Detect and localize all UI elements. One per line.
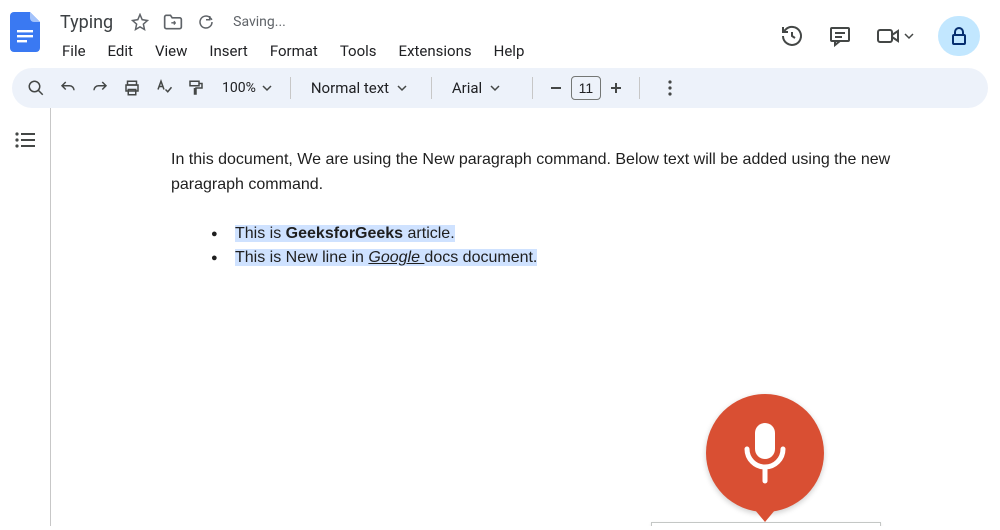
- microphone-icon: [739, 419, 791, 487]
- history-icon[interactable]: [780, 24, 804, 48]
- redo-icon[interactable]: [86, 74, 114, 102]
- font-size-increase[interactable]: [603, 75, 629, 101]
- title-area: Typing Saving... File Edit View Insert F…: [54, 8, 780, 64]
- font-select[interactable]: Arial: [442, 79, 522, 97]
- menu-help[interactable]: Help: [486, 38, 533, 64]
- body: In this document, We are using the New p…: [0, 108, 1000, 526]
- document-area[interactable]: In this document, We are using the New p…: [50, 108, 1000, 526]
- more-icon[interactable]: [656, 74, 684, 102]
- divider: [431, 77, 432, 99]
- menu-bar: File Edit View Insert Format Tools Exten…: [54, 38, 780, 64]
- bullet-list: This is GeeksforGeeks article. This is N…: [171, 222, 921, 272]
- voice-heard-tooltip: Docs heard: 'Create bulletin list': [651, 522, 881, 526]
- divider: [290, 77, 291, 99]
- zoom-select[interactable]: 100%: [214, 80, 280, 96]
- menu-insert[interactable]: Insert: [201, 38, 255, 64]
- text-link: Google: [368, 249, 424, 266]
- paragraph-style-select[interactable]: Normal text: [301, 79, 421, 97]
- toolbar-container: 100% Normal text Arial: [0, 64, 1000, 108]
- doc-title[interactable]: Typing: [54, 10, 119, 35]
- menu-format[interactable]: Format: [262, 38, 326, 64]
- font-size-input[interactable]: [571, 76, 601, 100]
- font-value: Arial: [452, 79, 482, 97]
- header-actions: [780, 8, 988, 56]
- comment-icon[interactable]: [828, 24, 852, 48]
- meet-button[interactable]: [876, 25, 914, 47]
- menu-edit[interactable]: Edit: [100, 38, 141, 64]
- voice-typing-button[interactable]: [706, 394, 824, 512]
- app-header: Typing Saving... File Edit View Insert F…: [0, 0, 1000, 64]
- text: This is: [235, 225, 286, 242]
- saving-status: Saving...: [233, 14, 286, 30]
- text: docs document.: [424, 249, 537, 266]
- star-icon[interactable]: [131, 13, 149, 31]
- spellcheck-icon[interactable]: [150, 74, 178, 102]
- chevron-down-icon: [904, 31, 914, 41]
- chevron-down-icon: [490, 83, 500, 93]
- outline-icon[interactable]: [15, 132, 35, 152]
- menu-tools[interactable]: Tools: [332, 38, 385, 64]
- cloud-status-icon[interactable]: [197, 13, 215, 31]
- toolbar: 100% Normal text Arial: [12, 68, 988, 108]
- zoom-value: 100%: [222, 80, 256, 96]
- divider: [532, 77, 533, 99]
- text: article.: [403, 225, 455, 242]
- chevron-down-icon: [262, 83, 272, 93]
- font-size-group: [543, 75, 629, 101]
- list-item: This is New line in Google docs document…: [215, 246, 921, 271]
- print-icon[interactable]: [118, 74, 146, 102]
- font-size-decrease[interactable]: [543, 75, 569, 101]
- left-rail: [0, 108, 50, 526]
- paint-format-icon[interactable]: [182, 74, 210, 102]
- page: In this document, We are using the New p…: [51, 108, 921, 271]
- menu-view[interactable]: View: [147, 38, 195, 64]
- menu-extensions[interactable]: Extensions: [391, 38, 480, 64]
- move-icon[interactable]: [163, 13, 183, 31]
- intro-paragraph: In this document, We are using the New p…: [171, 148, 911, 198]
- list-item: This is GeeksforGeeks article.: [215, 222, 921, 247]
- share-lock-button[interactable]: [938, 16, 980, 56]
- docs-logo[interactable]: [8, 12, 44, 52]
- paragraph-style-value: Normal text: [311, 79, 389, 97]
- text-bold: GeeksforGeeks: [286, 225, 403, 242]
- menu-file[interactable]: File: [54, 38, 94, 64]
- text: This is New line in: [235, 249, 368, 266]
- divider: [639, 77, 640, 99]
- search-icon[interactable]: [22, 74, 50, 102]
- chevron-down-icon: [397, 83, 407, 93]
- undo-icon[interactable]: [54, 74, 82, 102]
